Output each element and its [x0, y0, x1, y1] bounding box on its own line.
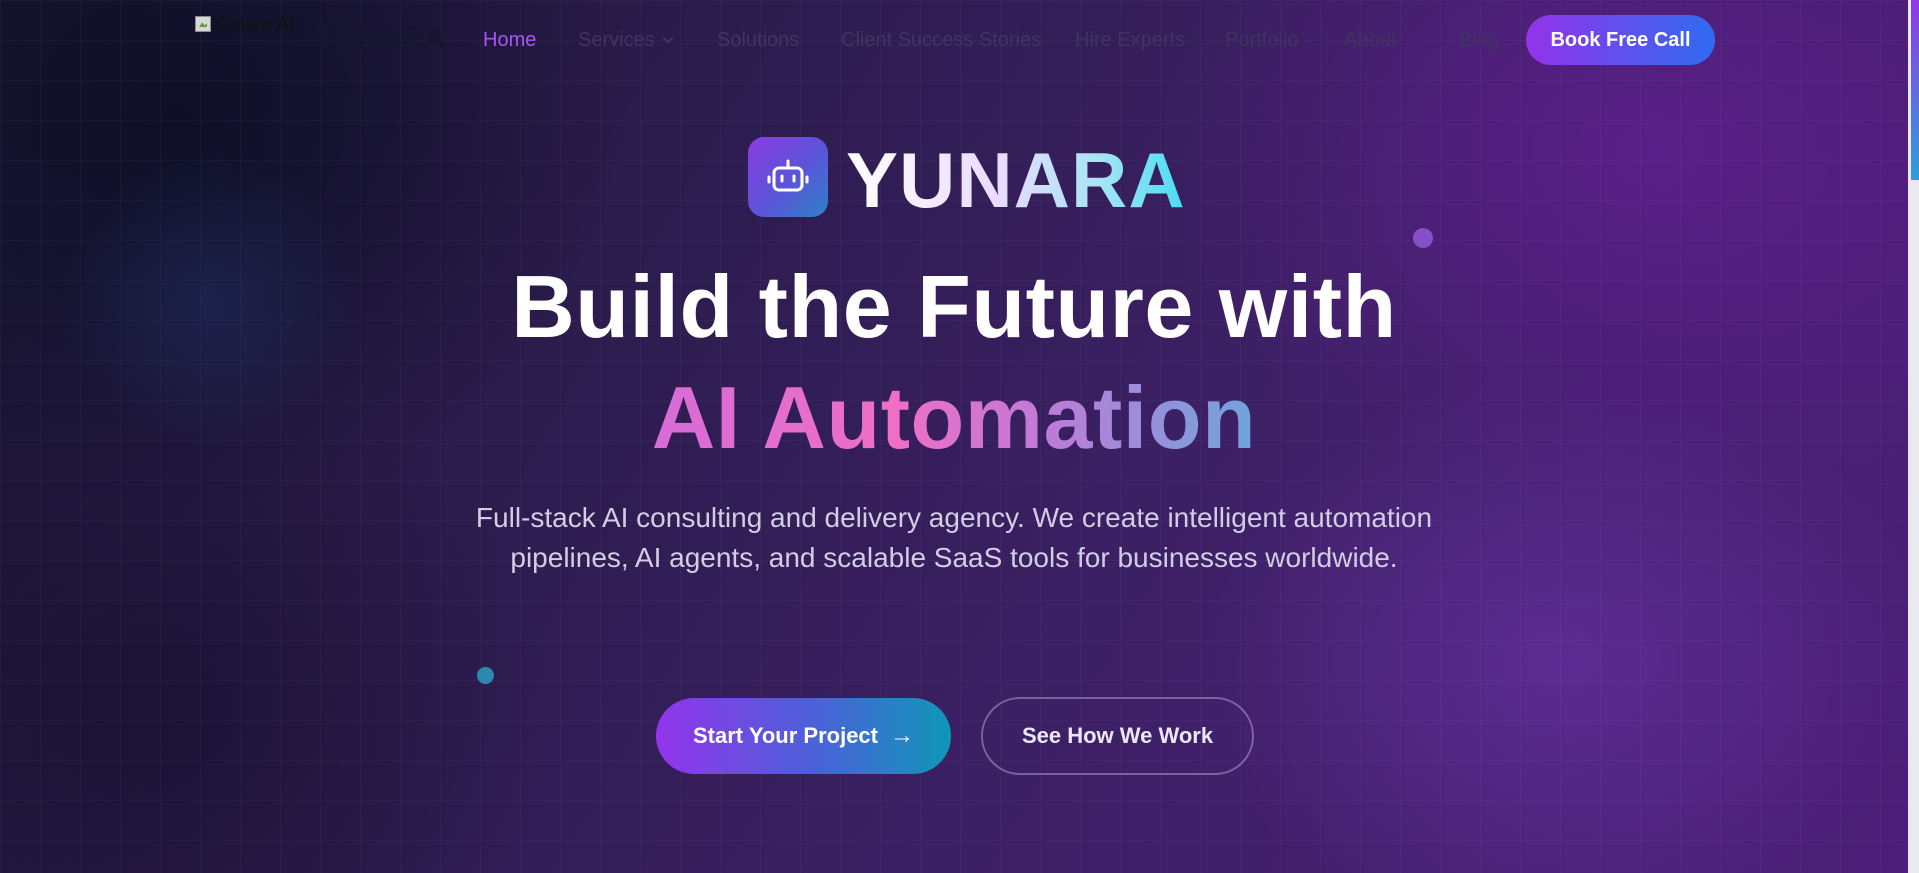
robot-icon: [748, 137, 828, 217]
nav-client-success-stories[interactable]: Client Success Stories: [841, 29, 1041, 52]
hero-headline-line2: AI Automation: [0, 368, 1908, 468]
logo-alt-text: Yunara AI: [212, 15, 295, 35]
nav-blog[interactable]: Blog: [1459, 29, 1499, 52]
book-free-call-button[interactable]: Book Free Call: [1526, 15, 1715, 65]
start-your-project-label: Start Your Project: [692, 723, 878, 748]
nav-services-label: Services: [578, 29, 655, 51]
logo-text[interactable]: YUNARA: [315, 22, 446, 56]
hero-headline-gradient-text: AI Automation: [651, 368, 1257, 467]
brand-wordmark: YUNARA: [846, 136, 1186, 224]
nav-solutions[interactable]: Solutions: [717, 29, 799, 52]
hero-subtitle: Full-stack AI consulting and delivery ag…: [475, 502, 1433, 573]
decorative-dot: [477, 667, 494, 684]
arrow-right-icon: →: [890, 722, 914, 749]
broken-image-icon: [195, 16, 211, 32]
chevron-down-icon: [662, 32, 674, 44]
nav-portfolio[interactable]: Portfolio: [1225, 29, 1298, 52]
nav-hire-experts[interactable]: Hire Experts: [1075, 29, 1185, 52]
start-your-project-button[interactable]: Start Your Project →: [656, 698, 951, 774]
decorative-dot: [1413, 228, 1433, 248]
hero-headline-line1: Build the Future with: [511, 257, 1397, 356]
see-how-we-work-button[interactable]: See How We Work: [981, 697, 1254, 775]
nav-services[interactable]: Services: [578, 29, 674, 52]
scrollbar-thumb[interactable]: [1911, 0, 1919, 180]
page: Yunara AI YUNARA Home Services Solutions…: [0, 0, 1919, 873]
nav-home[interactable]: Home: [483, 29, 536, 52]
scrollbar-track[interactable]: [1908, 0, 1919, 873]
top-navigation: Yunara AI YUNARA Home Services Solutions…: [0, 0, 1908, 80]
logo-image[interactable]: Yunara AI: [195, 15, 305, 39]
nav-about[interactable]: About: [1344, 29, 1396, 52]
